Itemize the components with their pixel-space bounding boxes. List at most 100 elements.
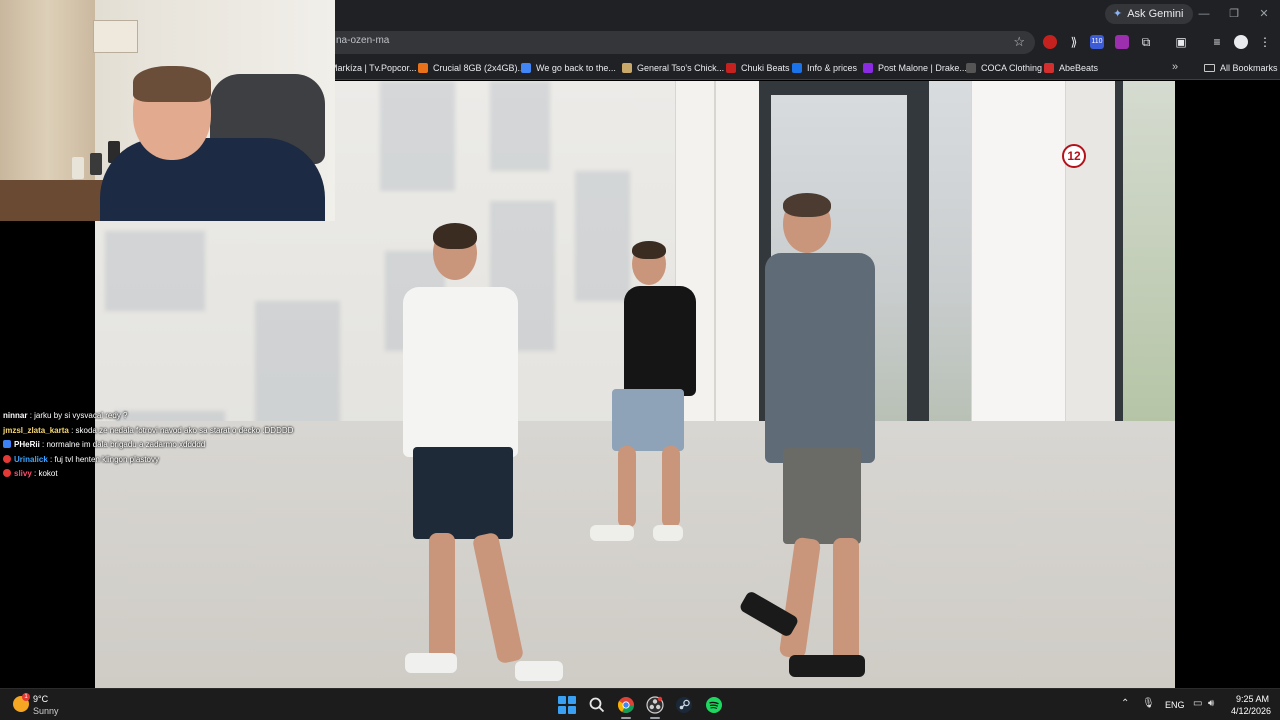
chat-overlay: ninnar : jarku by si vysvacal redy ? jmz… (3, 409, 303, 482)
volume-icon[interactable]: 🔊︎ (1208, 698, 1214, 709)
wall-patch (380, 81, 455, 191)
person-gray-shirt (738, 193, 890, 688)
wall-patch (490, 81, 550, 171)
twitch-extension-icon[interactable] (1115, 35, 1129, 49)
windows-start-icon[interactable] (558, 696, 576, 714)
bookmark-item[interactable]: General Tso's Chick... (622, 60, 724, 76)
bookmark-item[interactable]: Crucial 8GB (2x4GB)... (418, 60, 525, 76)
clock-date[interactable]: 4/12/2026 (1231, 706, 1271, 716)
steam-icon[interactable] (675, 696, 693, 714)
network-icon[interactable]: ▭ (1193, 698, 1202, 709)
profile-avatar[interactable] (1234, 35, 1248, 49)
extensions-puzzle-icon[interactable]: ⧉ (1139, 35, 1153, 49)
bookmark-label: We go back to the... (536, 63, 616, 73)
bookmark-label: Markíza | Tv.Popcor... (330, 63, 417, 73)
person-shoe (789, 655, 865, 677)
bookmark-favicon-icon (726, 63, 736, 73)
person-leg (429, 533, 455, 663)
extension-badge: 110 (1091, 38, 1103, 45)
webcam-overlay (0, 0, 335, 221)
person-shoe (653, 525, 683, 541)
cast-icon[interactable]: ▣ (1174, 35, 1188, 49)
window-pane (929, 81, 971, 426)
bookmark-favicon-icon (622, 63, 632, 73)
gemini-sparkle-icon: ✦ (1113, 8, 1123, 20)
reading-list-icon[interactable]: ≡ (1210, 35, 1224, 49)
counter-extension-icon[interactable]: 110 (1090, 35, 1104, 49)
all-bookmarks-button[interactable]: All Bookmarks (1204, 60, 1278, 76)
weather-temperature[interactable]: 9°C (33, 694, 48, 704)
bookmark-item[interactable]: Markíza | Tv.Popcor... (330, 60, 417, 76)
age-rating-badge: 12 (1062, 144, 1086, 168)
ask-gemini-button[interactable]: ✦ Ask Gemini (1105, 4, 1194, 24)
chat-badge-icon (3, 454, 11, 463)
running-indicator (621, 717, 631, 719)
webcam-cup (72, 157, 84, 179)
url-text: na-ozen-ma (336, 35, 390, 46)
chat-text: : fuj tvl henten klingon plastovy (50, 454, 159, 464)
person-shoe (515, 661, 563, 681)
bookmark-label: Info & prices (807, 63, 858, 73)
folder-icon (1204, 64, 1215, 72)
address-bar[interactable]: na-ozen-ma ☆ (300, 31, 1035, 54)
bookmark-item[interactable]: Info & prices (792, 60, 857, 76)
streamer-hair (133, 66, 211, 102)
person-leg (662, 446, 680, 528)
bookmark-favicon-icon (792, 63, 802, 73)
ask-gemini-label: Ask Gemini (1127, 8, 1184, 20)
chat-message: Urinalick : fuj tvl henten klingon plast… (3, 453, 303, 468)
chat-username: PHeRii (14, 440, 40, 449)
bookmark-star-icon[interactable]: ☆ (1013, 34, 1025, 50)
person-leg (778, 536, 822, 660)
bookmark-label: Post Malone | Drake... (878, 63, 967, 73)
chat-message: PHeRii : normalne im dala brigadu a zada… (3, 438, 303, 453)
bookmark-favicon-icon (418, 63, 428, 73)
person-white-shirt (385, 221, 563, 688)
microphone-icon[interactable]: 🎙︎ (1142, 698, 1155, 709)
obs-icon[interactable] (646, 696, 664, 714)
clock-time[interactable]: 9:25 AM (1236, 694, 1269, 704)
bookmark-item[interactable]: AbeBeats (1044, 60, 1098, 76)
running-indicator (650, 717, 660, 719)
bookmarks-overflow-icon[interactable]: » (1172, 61, 1178, 73)
person-shorts (783, 448, 861, 544)
person-hair (783, 193, 831, 217)
chat-text: : normalne im dala brigadu a zadarmo xdd… (42, 440, 206, 449)
chat-message: slivy : kokot (3, 467, 303, 482)
bookmark-item[interactable]: COCA Clothing (966, 60, 1042, 76)
wall-column (971, 81, 1066, 471)
window-frame (1115, 81, 1123, 461)
minimize-icon[interactable]: — (1196, 6, 1212, 22)
bookmark-favicon-icon (863, 63, 873, 73)
person-torso (624, 286, 696, 396)
adblock-extension-icon[interactable] (1043, 35, 1057, 49)
search-icon[interactable] (588, 696, 606, 714)
bookmark-item[interactable]: We go back to the... (521, 60, 616, 76)
chat-message: ninnar : jarku by si vysvacal redy ? (3, 409, 303, 424)
spotify-icon[interactable] (705, 696, 723, 714)
bookmark-favicon-icon (966, 63, 976, 73)
restore-icon[interactable]: ❐ (1226, 6, 1242, 22)
bookmark-favicon-icon (521, 63, 531, 73)
tray-overflow-chevron-icon[interactable]: ⌃ (1121, 698, 1129, 709)
chat-username: slivy (14, 469, 32, 478)
webcam-box (93, 20, 138, 53)
bookmark-label: Crucial 8GB (2x4GB)... (433, 63, 526, 73)
language-indicator[interactable]: ENG (1165, 700, 1185, 710)
bookmark-item[interactable]: Post Malone | Drake... (863, 60, 967, 76)
menu-kebab-icon[interactable]: ⋮ (1258, 35, 1272, 49)
screen: ✦ Ask Gemini — ❐ ✕ na-ozen-ma ☆ ⟫ 110 ⧉ … (0, 0, 1280, 720)
chat-text: : skoda ze nedala fotrovi navod ako sa s… (71, 425, 294, 435)
person-torso (765, 253, 875, 463)
chat-username: ninnar (3, 411, 28, 420)
weather-description[interactable]: Sunny (33, 706, 59, 716)
chat-text: : jarku by si vysvacal redy ? (29, 411, 128, 420)
bookmark-item[interactable]: Chuki Beats (726, 60, 790, 76)
window-frame (907, 81, 929, 431)
close-icon[interactable]: ✕ (1256, 6, 1272, 22)
chrome-icon[interactable] (617, 696, 635, 714)
person-hair (433, 223, 477, 249)
translate-extension-icon[interactable]: ⟫ (1067, 35, 1081, 49)
person-leg (471, 531, 525, 665)
person-leg (833, 538, 859, 663)
